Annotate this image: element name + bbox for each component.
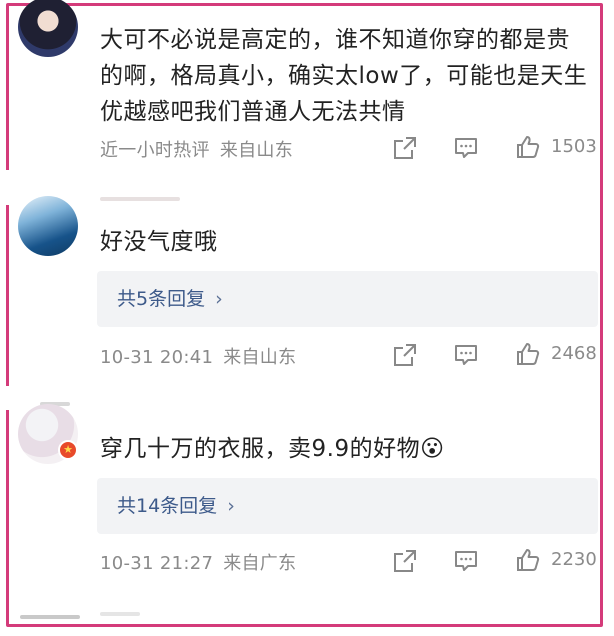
comment-time: 10-31 21:27	[100, 553, 214, 574]
thumbs-up-icon[interactable]	[515, 341, 541, 367]
share-icon[interactable]	[392, 548, 418, 574]
comment-meta: 10-31 21:27 来自广东	[100, 549, 296, 575]
divider	[100, 612, 140, 616]
thumbs-up-icon[interactable]	[515, 134, 541, 160]
thumbs-up-icon[interactable]	[515, 547, 541, 573]
view-replies-button[interactable]: 共5条回复 ›	[97, 271, 598, 327]
frame-gap	[0, 170, 14, 205]
chevron-right-icon: ›	[215, 288, 223, 310]
verified-badge-icon: ★	[58, 440, 78, 460]
comment-icon[interactable]	[453, 135, 479, 161]
comment-meta: 近一小时热评 来自山东	[100, 136, 293, 162]
share-icon[interactable]	[392, 135, 418, 161]
comment-location: 来自山东	[219, 140, 294, 161]
comment-item: 大可不必说是高定的，谁不知道你穿的都是贵的啊，格局真小，确实太low了，可能也是…	[0, 0, 614, 175]
comment-meta: 10-31 20:41 来自山东	[100, 343, 296, 369]
comment-time: 近一小时热评	[100, 140, 210, 161]
comment-time: 10-31 20:41	[100, 347, 214, 368]
share-icon[interactable]	[392, 342, 418, 368]
view-replies-button[interactable]: 共14条回复 ›	[97, 478, 598, 534]
reply-count: 共14条回复	[117, 495, 218, 517]
like-count: 1503	[551, 136, 597, 157]
chevron-right-icon: ›	[227, 495, 235, 517]
divider	[20, 615, 80, 619]
divider	[100, 197, 180, 201]
comment-text: 好没气度哦	[100, 229, 218, 255]
comment-text: 穿几十万的衣服，卖9.9的好物😮	[100, 436, 445, 462]
comment-location: 来自广东	[223, 553, 297, 574]
like-count: 2230	[551, 549, 597, 570]
comment-icon[interactable]	[453, 342, 479, 368]
reply-count: 共5条回复	[117, 288, 206, 310]
avatar[interactable]	[18, 196, 78, 256]
comment-icon[interactable]	[453, 548, 479, 574]
avatar[interactable]	[18, 0, 78, 57]
comment-location: 来自山东	[223, 347, 297, 368]
like-count: 2468	[551, 343, 597, 364]
frame-gap	[0, 386, 14, 410]
comment-text: 大可不必说是高定的，谁不知道你穿的都是贵的啊，格局真小，确实太low了，可能也是…	[100, 27, 588, 125]
